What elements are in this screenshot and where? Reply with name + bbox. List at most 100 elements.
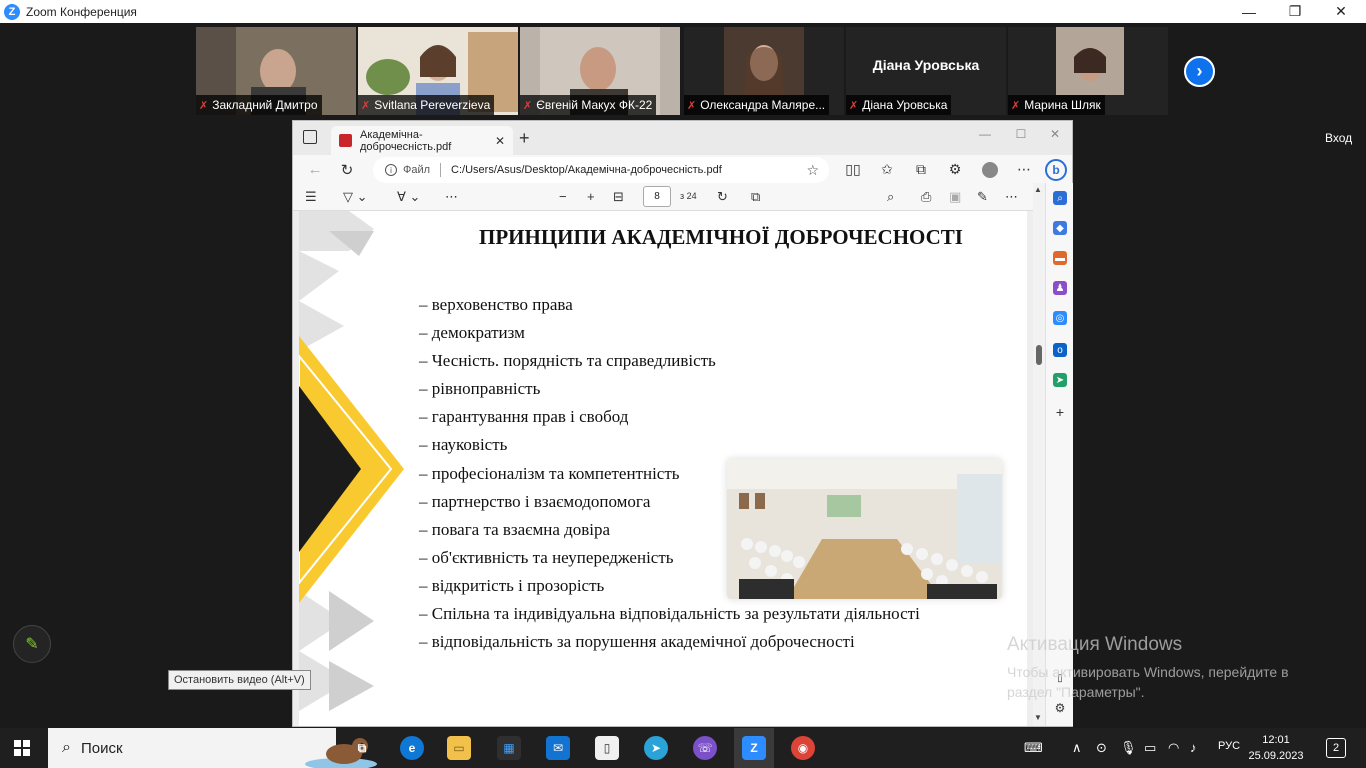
edge-icon[interactable]: e <box>400 736 424 760</box>
slide-decoration <box>299 211 404 711</box>
file-explorer-icon[interactable]: ▭ <box>447 736 471 760</box>
next-participants-button[interactable]: › <box>1184 56 1215 87</box>
highlight-icon[interactable]: ▽ ⌄ <box>343 189 368 205</box>
participant-label: ✗ Марина Шляк <box>1008 95 1105 115</box>
favorites-icon[interactable]: ✩ <box>877 161 897 178</box>
address-input[interactable]: i Файл C:/Users/Asus/Desktop/Академічна-… <box>373 157 829 183</box>
tab-close-icon[interactable]: ✕ <box>495 134 505 148</box>
sidebar-settings-icon[interactable]: ⚙ <box>1053 701 1067 715</box>
enter-label[interactable]: Вход <box>1325 131 1352 145</box>
search-icon: ⌕ <box>62 739 71 756</box>
outlook-icon[interactable]: o <box>1053 343 1067 357</box>
search-icon[interactable]: ⌕ <box>1053 191 1067 205</box>
zoom-out-icon[interactable]: − <box>559 189 567 204</box>
telegram-icon[interactable]: ➤ <box>644 736 668 760</box>
list-item: – рівноправність <box>419 379 541 399</box>
shopping-icon[interactable]: ◆ <box>1053 221 1067 235</box>
more-tools-icon[interactable]: ⋯ <box>445 189 458 205</box>
annotate-pencil-button[interactable]: ✎ <box>13 625 51 663</box>
settings-more-icon[interactable]: ⋯ <box>1014 161 1034 178</box>
browser-close-button[interactable]: ✕ <box>1038 127 1072 141</box>
participant-name: Діана Уровська <box>862 98 948 112</box>
participant-name: Закладний Дмитро <box>212 98 318 112</box>
slide-title: ПРИНЦИПИ АКАДЕМІЧНОЇ ДОБРОЧЕСНОСТІ <box>479 225 963 249</box>
maximize-button[interactable]: ❐ <box>1272 0 1318 23</box>
close-button[interactable]: ✕ <box>1318 0 1364 23</box>
favorite-star-icon[interactable]: ☆ <box>806 162 819 179</box>
scroll-up-icon[interactable]: ▲ <box>1034 185 1042 194</box>
viber-icon[interactable]: ☏ <box>693 736 717 760</box>
zoom-in-icon[interactable]: + <box>587 189 595 204</box>
microphone-icon[interactable]: 🎙 <box>1120 740 1137 756</box>
extensions-icon[interactable]: ⚙ <box>945 161 965 178</box>
start-windows-icon[interactable] <box>14 740 30 756</box>
office-icon[interactable]: ◎ <box>1053 311 1067 325</box>
fit-page-icon[interactable]: ⊟ <box>613 189 624 205</box>
designer-icon[interactable]: ➤ <box>1053 373 1067 387</box>
pdf-viewport[interactable]: ПРИНЦИПИ АКАДЕМІЧНОЇ ДОБРОЧЕСНОСТІ – вер… <box>293 211 1033 726</box>
pdf-icon <box>339 134 352 147</box>
draw-icon[interactable]: ∀ ⌄ <box>397 189 420 205</box>
split-screen-icon[interactable]: ▯▯ <box>843 161 863 178</box>
games-icon[interactable]: ♟ <box>1053 281 1067 295</box>
page-number-input[interactable]: 8 <box>643 186 671 207</box>
list-item: – демократизм <box>419 323 525 343</box>
chrome-icon[interactable]: ◉ <box>791 736 815 760</box>
add-sidebar-app-icon[interactable]: + <box>1053 404 1067 420</box>
browser-minimize-button[interactable]: — <box>968 127 1002 141</box>
zoom-titlebar: Z Zoom Конференция — ❐ ✕ <box>0 0 1366 23</box>
wifi-icon[interactable]: ◠ <box>1168 740 1179 756</box>
volume-icon[interactable]: ♪ <box>1190 740 1197 755</box>
notepad-icon[interactable]: ▯ <box>595 736 619 760</box>
participant-tile-active[interactable]: ✗ Svitlana Pereverzieva <box>358 27 518 115</box>
refresh-icon[interactable]: ↻ <box>337 161 357 179</box>
taskbar-clock[interactable]: 12:01 25.09.2023 <box>1246 732 1306 764</box>
info-icon[interactable]: i <box>385 164 397 176</box>
find-icon[interactable]: ⌕ <box>887 189 894 205</box>
collections-icon[interactable]: ⧉ <box>911 161 931 178</box>
save-as-icon[interactable]: ✎ <box>977 189 988 205</box>
participant-tile[interactable]: ✗ Закладний Дмитро <box>196 27 356 115</box>
scroll-down-icon[interactable]: ▼ <box>1034 713 1042 722</box>
camera-icon[interactable]: ⊙ <box>1096 740 1107 756</box>
profile-avatar[interactable] <box>982 162 998 178</box>
mic-muted-icon: ✗ <box>361 99 371 112</box>
participant-tile[interactable]: ✗ Євгеній Макух ФК-22 <box>520 27 680 115</box>
participant-display-name: Діана Уровська <box>872 57 980 73</box>
keyboard-icon[interactable]: ⌨ <box>1024 740 1043 756</box>
pdf-more-icon[interactable]: ⋯ <box>1005 189 1018 205</box>
url-scheme: Файл <box>403 164 431 176</box>
page-view-icon[interactable]: ⧉ <box>751 189 760 205</box>
notification-center-icon[interactable]: 2 <box>1326 738 1346 758</box>
taskbar-search-input[interactable]: ⌕ Поиск <box>48 728 377 768</box>
zoom-app-icon[interactable]: Z <box>742 736 766 760</box>
list-item: – Чесність. порядність та справедливість <box>419 351 716 371</box>
mail-icon[interactable]: ✉ <box>546 736 570 760</box>
language-indicator[interactable]: РУС <box>1218 740 1240 752</box>
rotate-icon[interactable]: ↻ <box>717 189 728 205</box>
show-hidden-icons-icon[interactable]: ∧ <box>1072 740 1082 756</box>
battery-icon[interactable]: ▭ <box>1144 740 1156 756</box>
pdf-page: ПРИНЦИПИ АКАДЕМІЧНОЇ ДОБРОЧЕСНОСТІ – вер… <box>299 211 1027 726</box>
tab-pdf[interactable]: Академічна-доброчесність.pdf ✕ <box>331 126 513 155</box>
activation-title: Активация Windows <box>1007 634 1183 655</box>
new-tab-button[interactable]: + <box>519 128 530 149</box>
participant-label: ✗ Олександра Маляре... <box>684 95 830 115</box>
save-icon[interactable]: ▣ <box>949 189 961 205</box>
tools-icon[interactable]: ▬ <box>1053 251 1067 265</box>
contents-icon[interactable]: ☰ <box>305 189 317 205</box>
bing-copilot-icon[interactable]: b <box>1045 159 1067 181</box>
browser-maximize-button[interactable]: ☐ <box>1004 127 1038 141</box>
back-icon[interactable]: ← <box>305 161 325 178</box>
url-text: C:/Users/Asus/Desktop/Академічна-доброче… <box>451 164 722 176</box>
tab-actions-icon[interactable] <box>303 130 317 144</box>
task-view-icon[interactable]: ⧉ <box>350 736 374 760</box>
microsoft-store-icon[interactable]: ▦ <box>497 736 521 760</box>
scroll-thumb[interactable] <box>1036 345 1042 365</box>
print-icon[interactable]: ⎙ <box>921 189 931 205</box>
minimize-button[interactable]: — <box>1226 0 1272 23</box>
participant-tile[interactable]: ✗ Олександра Маляре... <box>684 27 844 115</box>
participant-tile-video-off[interactable]: Діана Уровська ✗ Діана Уровська <box>846 27 1006 115</box>
participant-tile[interactable]: ✗ Марина Шляк <box>1008 27 1168 115</box>
participant-name: Svitlana Pereverzieva <box>374 98 491 112</box>
